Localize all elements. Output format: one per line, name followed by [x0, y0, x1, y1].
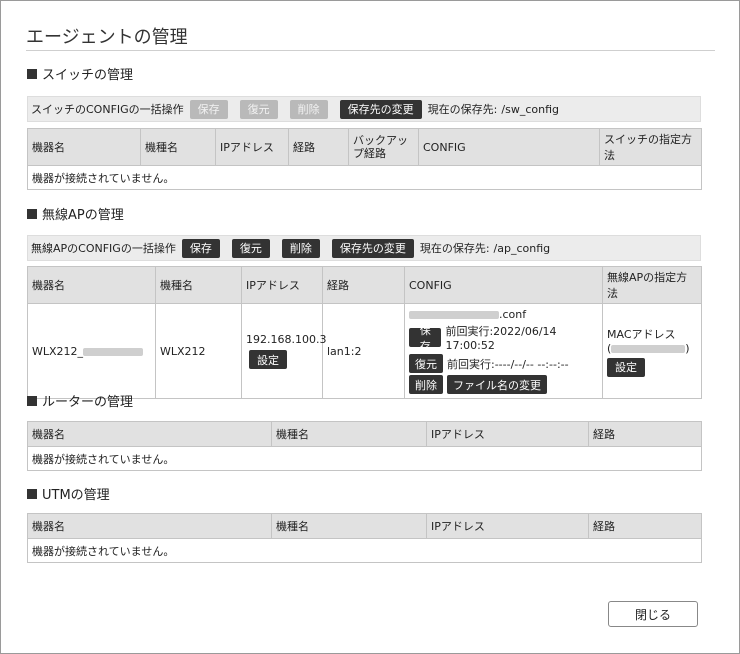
- utm-section-heading: UTMの管理: [27, 484, 110, 503]
- empty-message: 機器が接続されていません。: [27, 165, 702, 190]
- column-header: 無線APの指定方法: [602, 266, 702, 304]
- ip-address: 192.168.100.3: [246, 333, 327, 346]
- device-name-prefix: WLX212_: [32, 344, 84, 358]
- column-header: 機器名: [27, 266, 156, 304]
- column-header: 機種名: [155, 266, 242, 304]
- spec-setting-button[interactable]: 設定: [607, 357, 645, 377]
- ap-table-header: 機器名 機種名 IPアドレス 経路 CONFIG 無線APの指定方法: [27, 266, 702, 304]
- column-header: IPアドレス: [241, 266, 323, 304]
- utm-table: 機器名 機種名 IPアドレス 経路 機器が接続されていません。: [27, 513, 702, 563]
- column-header: 経路: [588, 513, 702, 539]
- config-save-button[interactable]: 保存: [409, 324, 442, 353]
- utm-table-header: 機器名 機種名 IPアドレス 経路: [27, 513, 702, 539]
- router-section-heading: ルーターの管理: [27, 391, 133, 410]
- square-bullet-icon: [27, 488, 37, 499]
- title-divider: [26, 50, 715, 51]
- switch-bulk-operation-bar: スイッチのCONFIGの一括操作 保存 復元 削除 保存先の変更 現在の保存先:…: [27, 96, 701, 122]
- column-header: 機器名: [27, 421, 272, 447]
- column-header: スイッチの指定方法: [599, 128, 702, 166]
- column-header: IPアドレス: [215, 128, 289, 166]
- column-header: 機種名: [271, 421, 427, 447]
- ap-bulk-operation-bar: 無線APのCONFIGの一括操作 保存 復元 削除 保存先の変更 現在の保存先:…: [27, 235, 701, 261]
- column-header: IPアドレス: [426, 421, 589, 447]
- square-bullet-icon: [27, 395, 37, 406]
- dialog-title: エージェントの管理: [26, 27, 188, 48]
- column-header: 経路: [322, 266, 405, 304]
- ap-bulk-label: 無線APのCONFIGの一括操作: [31, 242, 176, 255]
- column-header: 機器名: [27, 513, 272, 539]
- switch-bulk-label: スイッチのCONFIGの一括操作: [31, 103, 184, 116]
- config-restore-button[interactable]: 復元: [409, 354, 443, 373]
- switch-section-heading: スイッチの管理: [27, 64, 133, 83]
- ap-change-destination-button[interactable]: 保存先の変更: [331, 238, 414, 258]
- utm-heading-text: UTMの管理: [42, 488, 110, 503]
- switch-bulk-restore-button[interactable]: 復元: [239, 99, 278, 119]
- column-header: CONFIG: [404, 266, 603, 304]
- square-bullet-icon: [27, 68, 37, 79]
- switch-table: 機器名 機種名 IPアドレス 経路 バックアップ経路 CONFIG スイッチの指…: [27, 128, 702, 190]
- device-name-cell: WLX212_: [27, 303, 156, 399]
- config-delete-button[interactable]: 削除: [409, 375, 443, 394]
- router-table: 機器名 機種名 IPアドレス 経路 機器が接続されていません。: [27, 421, 702, 471]
- ap-section-heading: 無線APの管理: [27, 204, 124, 223]
- empty-row: 機器が接続されていません。: [27, 446, 702, 471]
- config-cell: .conf 保存 前回実行:2022/06/14 17:00:52 復元 前回実…: [404, 303, 603, 399]
- column-header: 機種名: [140, 128, 216, 166]
- redacted-value: [409, 310, 499, 319]
- column-header: 経路: [288, 128, 349, 166]
- close-button[interactable]: 閉じる: [608, 601, 698, 627]
- switch-table-header: 機器名 機種名 IPアドレス 経路 バックアップ経路 CONFIG スイッチの指…: [27, 128, 702, 166]
- square-bullet-icon: [27, 208, 37, 219]
- switch-current-dest-label: 現在の保存先:: [427, 103, 498, 116]
- switch-current-dest-value: /sw_config: [501, 102, 559, 116]
- agent-management-dialog: エージェントの管理 スイッチの管理 スイッチのCONFIGの一括操作 保存 復元…: [0, 0, 740, 654]
- switch-change-destination-button[interactable]: 保存先の変更: [339, 99, 422, 119]
- column-header: CONFIG: [418, 128, 600, 166]
- spec-method-cell: MACアドレス () 設定: [602, 303, 702, 399]
- ap-table: 機器名 機種名 IPアドレス 経路 CONFIG 無線APの指定方法 WLX21…: [27, 266, 702, 399]
- save-last-run: 前回実行:2022/06/14 17:00:52: [445, 325, 557, 352]
- empty-message: 機器が接続されていません。: [27, 446, 702, 471]
- column-header: バックアップ経路: [348, 128, 419, 166]
- table-row: WLX212_ WLX212 192.168.100.3 設定 lan1:2 .…: [27, 303, 702, 399]
- redacted-value: [83, 347, 144, 356]
- router-heading-text: ルーターの管理: [42, 395, 134, 410]
- column-header: IPアドレス: [426, 513, 589, 539]
- spec-method-label: MACアドレス: [607, 327, 676, 341]
- router-table-header: 機器名 機種名 IPアドレス 経路: [27, 421, 702, 447]
- rename-file-button[interactable]: ファイル名の変更: [447, 375, 547, 394]
- empty-message: 機器が接続されていません。: [27, 538, 702, 563]
- empty-row: 機器が接続されていません。: [27, 165, 702, 190]
- ap-bulk-save-button[interactable]: 保存: [181, 238, 220, 258]
- ip-setting-button[interactable]: 設定: [249, 350, 287, 369]
- empty-row: 機器が接続されていません。: [27, 538, 702, 563]
- column-header: 経路: [588, 421, 702, 447]
- ap-bulk-restore-button[interactable]: 復元: [231, 238, 270, 258]
- redacted-value: [611, 344, 686, 353]
- switch-heading-text: スイッチの管理: [42, 68, 134, 83]
- paren-close: ): [685, 341, 690, 355]
- ip-cell: 192.168.100.3 設定: [241, 303, 327, 399]
- ap-current-dest-label: 現在の保存先:: [419, 242, 490, 255]
- column-header: 機種名: [271, 513, 427, 539]
- config-file-suffix: .conf: [499, 308, 527, 321]
- config-filename: .conf: [409, 308, 598, 321]
- route-cell: lan1:2: [322, 303, 405, 399]
- switch-bulk-save-button[interactable]: 保存: [189, 99, 228, 119]
- switch-bulk-delete-button[interactable]: 削除: [289, 99, 328, 119]
- ap-current-dest-value: /ap_config: [493, 241, 551, 255]
- column-header: 機器名: [27, 128, 141, 166]
- ap-heading-text: 無線APの管理: [42, 208, 124, 223]
- ap-bulk-delete-button[interactable]: 削除: [281, 238, 320, 258]
- restore-last-run: 前回実行:----/--/-- --:--:--: [447, 357, 569, 371]
- model-cell: WLX212: [155, 303, 242, 399]
